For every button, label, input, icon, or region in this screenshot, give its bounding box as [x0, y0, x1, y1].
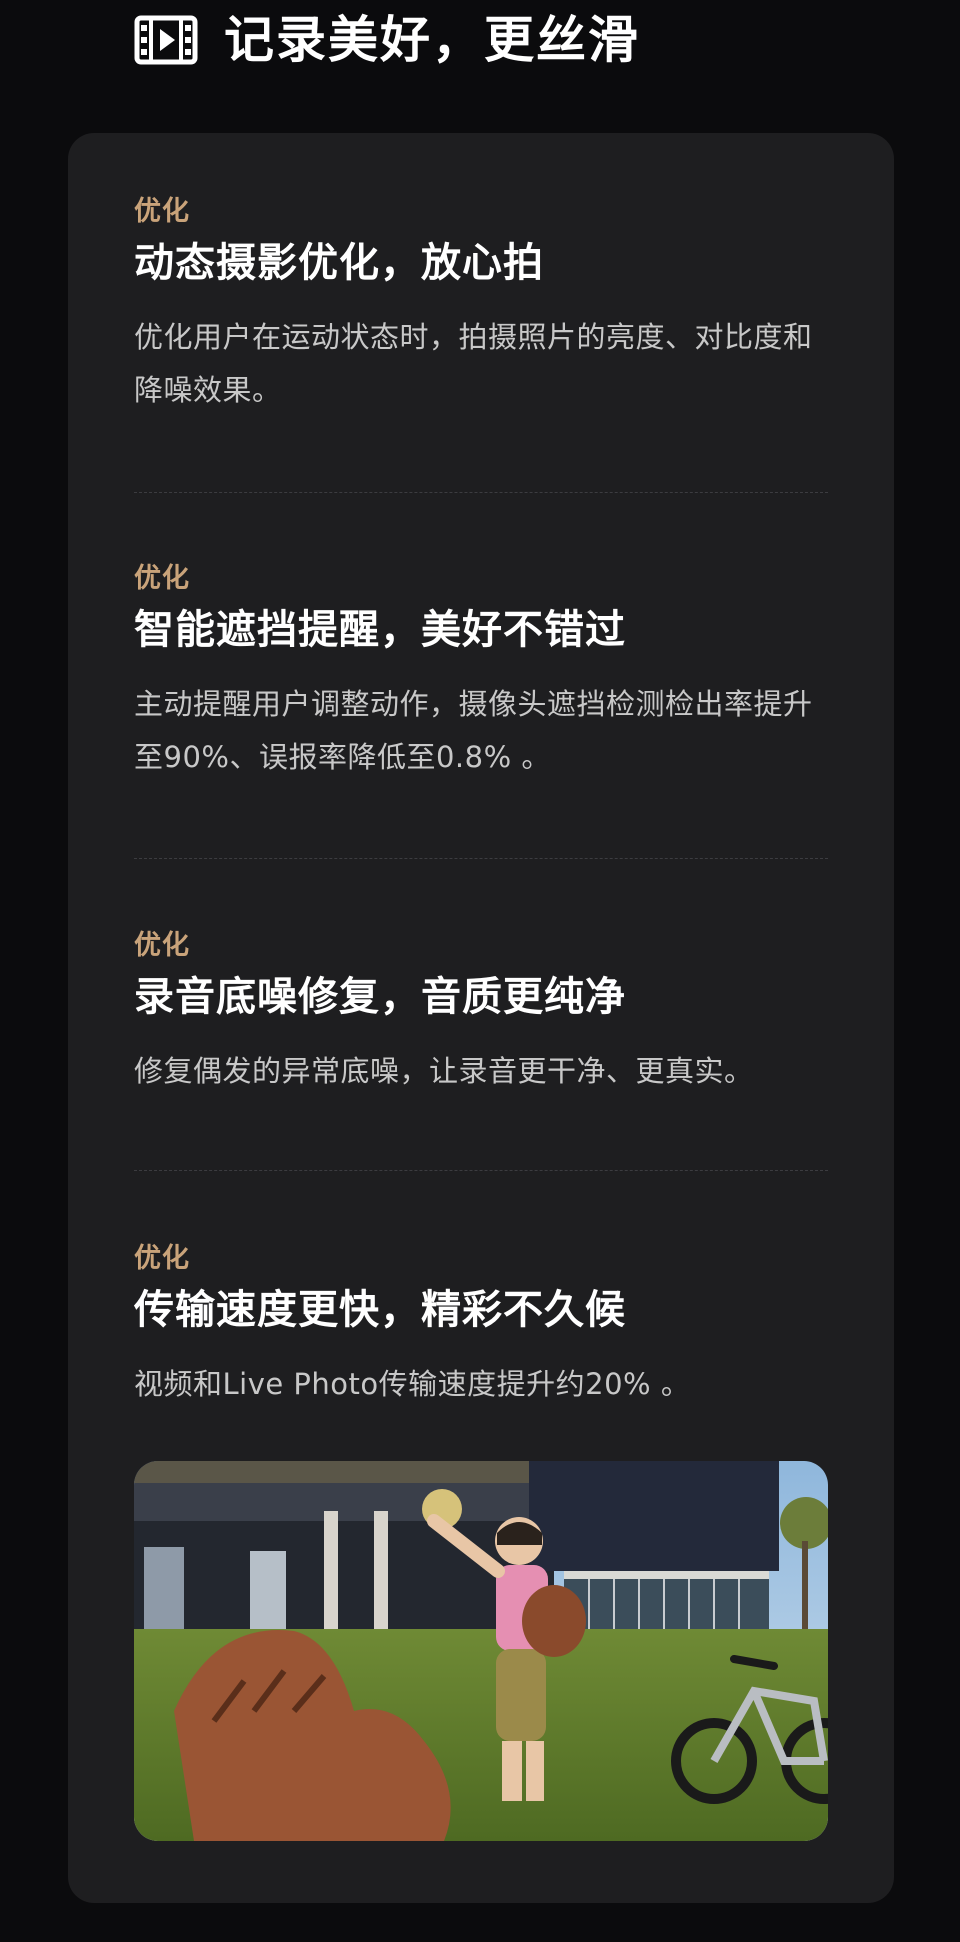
feature-tag: 优化	[134, 930, 190, 961]
sample-photo	[134, 1461, 828, 1841]
feature-tag: 优化	[134, 196, 190, 227]
section-divider	[134, 492, 828, 493]
feature-section-motion-photo: 优化 动态摄影优化，放心拍 优化用户在运动状态时，拍摄照片的亮度、对比度和降噪效…	[134, 195, 828, 417]
feature-heading: 传输速度更快，精彩不久候	[134, 1287, 626, 1333]
page-title: 记录美好，更丝滑	[224, 11, 640, 69]
feature-section-transfer-speed: 优化 传输速度更快，精彩不久候 视频和Live Photo传输速度提升约20% …	[134, 1242, 828, 1411]
feature-tag: 优化	[134, 563, 190, 594]
feature-heading: 录音底噪修复，音质更纯净	[134, 974, 626, 1020]
feature-tag: 优化	[134, 1243, 190, 1274]
feature-section-noise-repair: 优化 录音底噪修复，音质更纯净 修复偶发的异常底噪，让录音更干净、更真实。	[134, 929, 828, 1098]
page-header: 记录美好，更丝滑	[134, 10, 640, 70]
section-divider	[134, 858, 828, 859]
feature-heading: 动态摄影优化，放心拍	[134, 240, 544, 286]
film-strip-icon	[134, 15, 198, 65]
feature-description: 视频和Live Photo传输速度提升约20% 。	[134, 1367, 691, 1401]
feature-description: 主动提醒用户调整动作，摄像头遮挡检测检出率提升至90%、误报率降低至0.8% 。	[134, 687, 813, 774]
feature-description: 修复偶发的异常底噪，让录音更干净、更真实。	[134, 1054, 754, 1088]
feature-section-occlusion-alert: 优化 智能遮挡提醒，美好不错过 主动提醒用户调整动作，摄像头遮挡检测检出率提升至…	[134, 562, 828, 784]
feature-card: 优化 动态摄影优化，放心拍 优化用户在运动状态时，拍摄照片的亮度、对比度和降噪效…	[68, 133, 894, 1903]
feature-heading: 智能遮挡提醒，美好不错过	[134, 607, 626, 653]
section-divider	[134, 1170, 828, 1171]
feature-description: 优化用户在运动状态时，拍摄照片的亮度、对比度和降噪效果。	[134, 320, 813, 407]
